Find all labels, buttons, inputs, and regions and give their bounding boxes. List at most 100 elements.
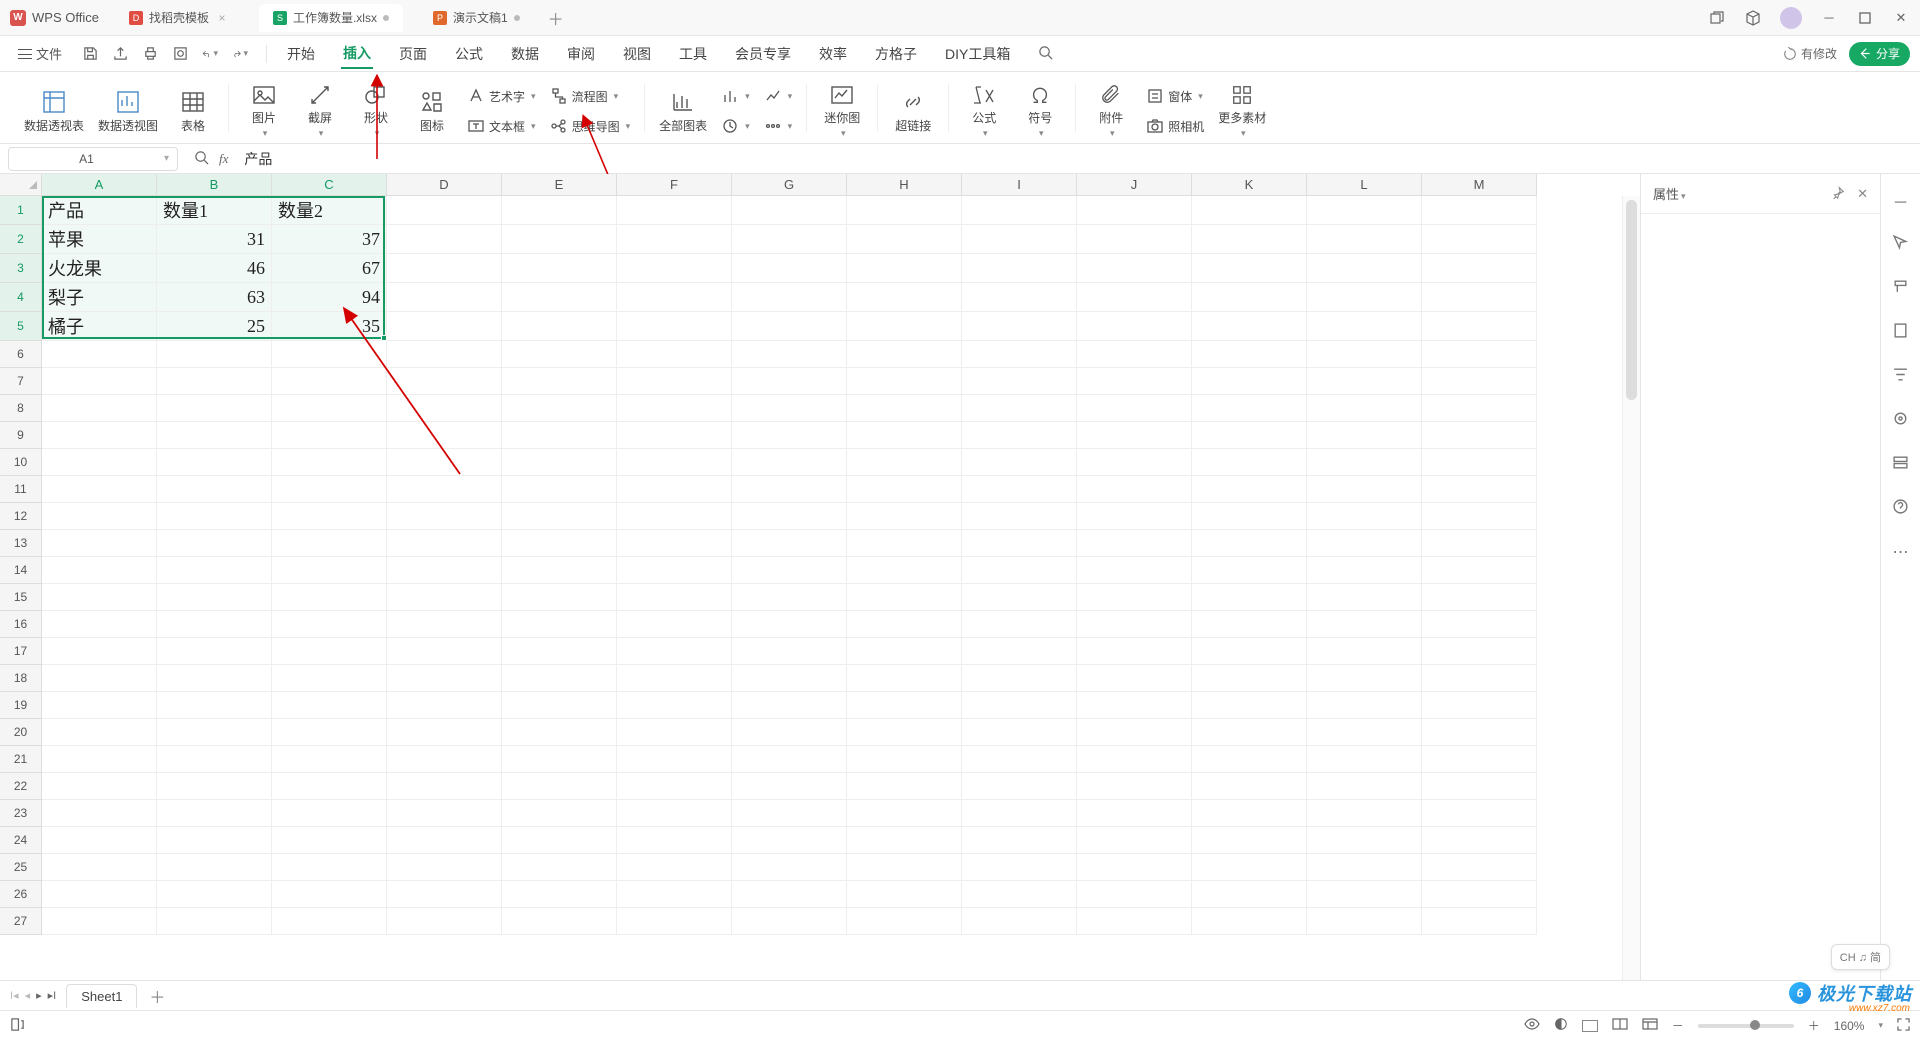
add-sheet-button[interactable]: ＋: [145, 984, 169, 1008]
cell[interactable]: [387, 746, 502, 773]
picture-button[interactable]: 图片: [243, 83, 285, 139]
cell[interactable]: [1192, 341, 1307, 368]
cell[interactable]: [1192, 908, 1307, 935]
cell[interactable]: [617, 422, 732, 449]
column-header[interactable]: F: [617, 174, 732, 196]
collapse-icon[interactable]: ─: [1895, 194, 1906, 212]
cell[interactable]: [1422, 368, 1537, 395]
cell[interactable]: [42, 665, 157, 692]
cell[interactable]: [617, 854, 732, 881]
clock-chart-button[interactable]: [721, 114, 750, 138]
cell[interactable]: [387, 719, 502, 746]
cell[interactable]: [847, 225, 962, 254]
cell[interactable]: [847, 584, 962, 611]
cell[interactable]: [1422, 881, 1537, 908]
table-button[interactable]: 表格: [172, 83, 214, 139]
cell[interactable]: [1307, 665, 1422, 692]
ime-indicator[interactable]: CH ♫ 简: [1831, 944, 1890, 970]
cell[interactable]: [272, 692, 387, 719]
cell[interactable]: [272, 638, 387, 665]
more-chart--button[interactable]: [764, 114, 793, 138]
cell[interactable]: [1307, 611, 1422, 638]
zoom-slider[interactable]: [1698, 1024, 1794, 1028]
tab-review[interactable]: 审阅: [565, 40, 597, 68]
cell[interactable]: [1192, 665, 1307, 692]
cell[interactable]: [42, 584, 157, 611]
cell[interactable]: [157, 881, 272, 908]
close-icon[interactable]: ×: [215, 11, 229, 25]
cell[interactable]: [617, 196, 732, 225]
cell[interactable]: [502, 854, 617, 881]
cell[interactable]: [962, 341, 1077, 368]
cell[interactable]: [387, 422, 502, 449]
tab-page[interactable]: 页面: [397, 40, 429, 68]
cell[interactable]: [1307, 773, 1422, 800]
cell[interactable]: [1077, 449, 1192, 476]
formula-input[interactable]: 产品: [240, 149, 1920, 169]
cell[interactable]: [1307, 881, 1422, 908]
icons-button[interactable]: 图标: [411, 83, 453, 139]
cell[interactable]: [157, 827, 272, 854]
cell[interactable]: [1307, 196, 1422, 225]
cell[interactable]: [1422, 719, 1537, 746]
cell[interactable]: [1422, 503, 1537, 530]
cell[interactable]: [157, 638, 272, 665]
cell[interactable]: [387, 196, 502, 225]
cell[interactable]: [1077, 312, 1192, 341]
row-header[interactable]: 13: [0, 530, 42, 557]
row-header[interactable]: 19: [0, 692, 42, 719]
cell[interactable]: [1077, 908, 1192, 935]
cell[interactable]: 橘子: [42, 312, 157, 341]
cell[interactable]: [42, 422, 157, 449]
cell[interactable]: [387, 312, 502, 341]
select-all-corner[interactable]: [0, 174, 42, 196]
cell[interactable]: [1192, 422, 1307, 449]
cell[interactable]: [1077, 368, 1192, 395]
file-menu-button[interactable]: 文件: [14, 44, 66, 63]
row-header[interactable]: 15: [0, 584, 42, 611]
cell[interactable]: [732, 503, 847, 530]
cell[interactable]: [1077, 881, 1192, 908]
cell[interactable]: [1422, 225, 1537, 254]
cell[interactable]: [272, 746, 387, 773]
cell[interactable]: [732, 638, 847, 665]
cell[interactable]: [157, 395, 272, 422]
cell[interactable]: [272, 719, 387, 746]
cell[interactable]: [847, 746, 962, 773]
cell[interactable]: [387, 341, 502, 368]
cell[interactable]: [502, 584, 617, 611]
pin-icon[interactable]: [1832, 186, 1845, 202]
cell[interactable]: [732, 196, 847, 225]
cell[interactable]: [272, 908, 387, 935]
attachment-button[interactable]: 附件: [1090, 83, 1132, 139]
cell[interactable]: [1307, 719, 1422, 746]
cell[interactable]: [1192, 476, 1307, 503]
cell[interactable]: [1307, 908, 1422, 935]
cell[interactable]: [962, 665, 1077, 692]
settings-tool-icon[interactable]: [1892, 410, 1909, 432]
cell[interactable]: [962, 773, 1077, 800]
cell[interactable]: [42, 368, 157, 395]
cell[interactable]: [732, 557, 847, 584]
cell[interactable]: [732, 854, 847, 881]
cell[interactable]: [1307, 422, 1422, 449]
cell[interactable]: [502, 881, 617, 908]
cell[interactable]: [1192, 773, 1307, 800]
cell[interactable]: [1192, 503, 1307, 530]
cell[interactable]: [1077, 584, 1192, 611]
cell[interactable]: [847, 196, 962, 225]
save-icon[interactable]: [82, 46, 98, 62]
cell[interactable]: [847, 692, 962, 719]
cell[interactable]: [617, 746, 732, 773]
cell[interactable]: [1307, 225, 1422, 254]
cell[interactable]: [1307, 530, 1422, 557]
cell[interactable]: [617, 800, 732, 827]
cell[interactable]: [157, 692, 272, 719]
cell[interactable]: [1192, 283, 1307, 312]
cell[interactable]: [732, 225, 847, 254]
cell[interactable]: [272, 476, 387, 503]
doc-tab-templates[interactable]: D 找稻壳模板 ×: [115, 4, 243, 32]
cell[interactable]: [157, 746, 272, 773]
tab-tools[interactable]: 工具: [677, 40, 709, 68]
print-icon[interactable]: [142, 46, 158, 62]
